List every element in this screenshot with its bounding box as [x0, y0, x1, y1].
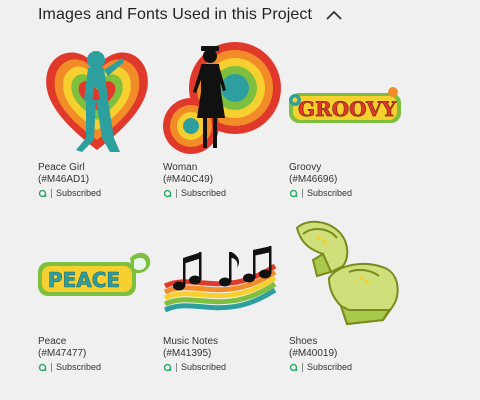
asset-code: (#M47477) — [38, 348, 87, 359]
section-header: Images and Fonts Used in this Project — [38, 6, 344, 24]
subscription-status: Subscribed — [289, 188, 407, 198]
access-icon — [163, 363, 172, 372]
asset-card-woman[interactable]: Woman (#M40C49) Subscribed — [163, 40, 281, 198]
divider — [51, 188, 52, 198]
groovy-image: GROOVY — [289, 87, 401, 123]
asset-card-peace[interactable]: PEACE Peace (#M47477) Subscribed — [38, 214, 156, 372]
groovy-text: GROOVY — [298, 97, 397, 121]
subscription-status: Subscribed — [163, 188, 281, 198]
divider — [302, 362, 303, 372]
access-icon — [289, 189, 298, 198]
divider — [302, 188, 303, 198]
asset-code: (#M46AD1) — [38, 174, 90, 185]
asset-title: Woman — [163, 162, 198, 173]
asset-card-peace-girl[interactable]: Peace Girl (#M46AD1) Subscribed — [38, 40, 156, 198]
asset-card-groovy[interactable]: GROOVY Groovy (#M46696) Subscribed — [289, 40, 407, 198]
status-label: Subscribed — [181, 362, 227, 372]
status-label: Subscribed — [56, 188, 102, 198]
asset-code: (#M40C49) — [163, 174, 214, 185]
divider — [51, 362, 52, 372]
asset-title: Groovy — [289, 162, 322, 173]
asset-code: (#M41395) — [163, 348, 212, 359]
section-title: Images and Fonts Used in this Project — [38, 6, 313, 23]
subscription-status: Subscribed — [163, 362, 281, 372]
asset-title: Peace — [38, 336, 67, 347]
subscription-status: Subscribed — [38, 362, 156, 372]
subscription-status: Subscribed — [38, 188, 156, 198]
chevron-up-icon[interactable] — [324, 7, 344, 23]
woman-image — [163, 42, 281, 154]
status-label: Subscribed — [307, 362, 353, 372]
status-label: Subscribed — [307, 188, 353, 198]
asset-code: (#M46696) — [289, 174, 338, 185]
divider — [176, 362, 177, 372]
asset-title: Shoes — [289, 336, 318, 347]
subscription-status: Subscribed — [289, 362, 407, 372]
asset-title: Music Notes — [163, 336, 219, 347]
peace-text: PEACE — [48, 268, 120, 292]
status-label: Subscribed — [181, 188, 227, 198]
asset-card-music-notes[interactable]: Music Notes (#M41395) Subscribed — [163, 214, 281, 372]
music-notes-image — [163, 246, 277, 313]
divider — [176, 188, 177, 198]
peace-girl-image — [46, 51, 148, 152]
access-icon — [38, 189, 47, 198]
peace-image: PEACE — [38, 252, 151, 296]
asset-card-shoes[interactable]: Shoes (#M40019) Subscribed — [289, 214, 407, 372]
access-icon — [163, 189, 172, 198]
shoes-image — [295, 220, 399, 326]
asset-code: (#M40019) — [289, 348, 338, 359]
asset-title: Peace Girl — [38, 162, 85, 173]
access-icon — [289, 363, 298, 372]
access-icon — [38, 363, 47, 372]
status-label: Subscribed — [56, 362, 102, 372]
